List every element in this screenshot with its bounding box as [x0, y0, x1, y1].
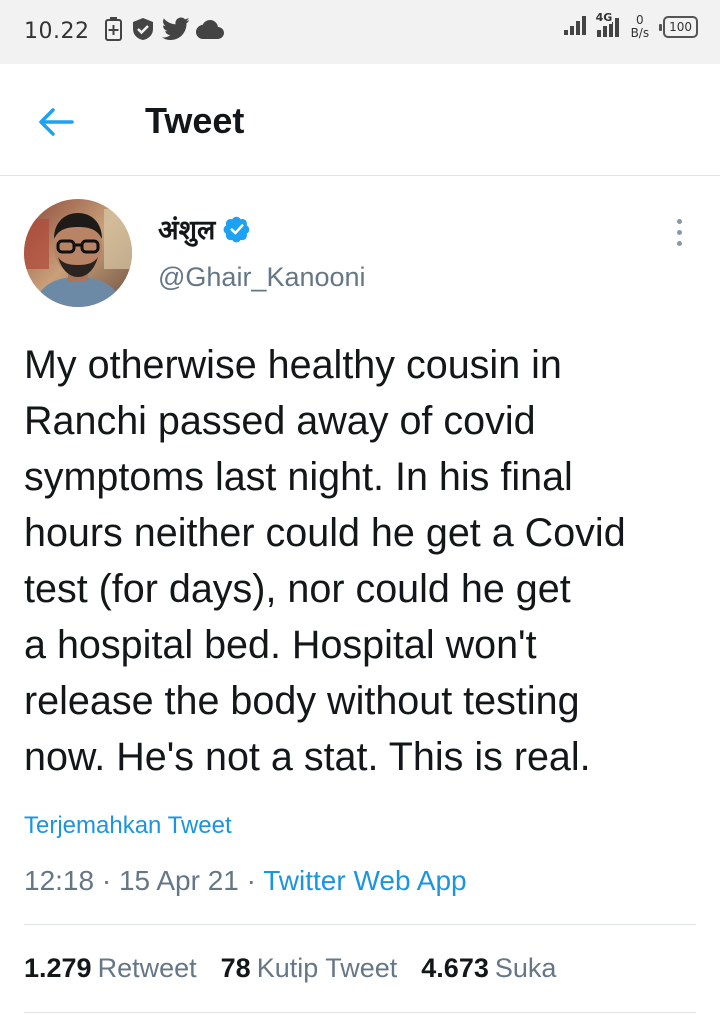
status-time: 10.22	[24, 19, 90, 44]
app-header: Tweet	[0, 64, 720, 176]
network-type: 4G	[595, 11, 613, 24]
meta-separator: ·	[94, 865, 119, 896]
page-title: Tweet	[145, 100, 245, 141]
back-button[interactable]	[34, 102, 78, 142]
tweet-stats: 1.279 Retweet 78 Kutip Tweet 4.673 Suka	[24, 953, 556, 984]
meta-separator: ·	[238, 865, 264, 896]
author-handle[interactable]: @Ghair_Kanooni	[158, 262, 366, 293]
tweet-time: 12:18	[24, 865, 95, 896]
more-options-button[interactable]	[664, 214, 694, 250]
shield-icon	[130, 16, 156, 46]
tweet-source-link[interactable]: Twitter Web App	[263, 865, 466, 896]
author-name[interactable]: अंशुल	[158, 210, 251, 247]
tweet-date: 15 Apr 21	[118, 865, 239, 896]
status-bar: 10.22 4G 0 B/s 100	[0, 0, 720, 64]
cloud-icon	[196, 19, 224, 43]
avatar[interactable]	[24, 199, 132, 307]
tweet-text: My otherwise healthy cousin in Ranchi pa…	[24, 343, 626, 779]
more-dot-icon	[676, 229, 682, 235]
battery-saver-icon	[104, 16, 124, 46]
battery-icon: 100	[659, 16, 698, 38]
quote-tweets-stat[interactable]: 78 Kutip Tweet	[221, 953, 398, 984]
more-dot-icon	[676, 218, 682, 224]
divider	[24, 924, 696, 925]
arrow-left-icon	[39, 108, 74, 136]
translate-tweet-link[interactable]: Terjemahkan Tweet	[24, 812, 232, 840]
twitter-bird-icon	[161, 17, 190, 45]
signal-4g-icon: 4G	[595, 12, 625, 38]
likes-stat[interactable]: 4.673 Suka	[421, 953, 556, 984]
tweet-meta: 12:18 · 15 Apr 21 · Twitter Web App	[24, 865, 467, 897]
network-speed: 0 B/s	[630, 13, 650, 40]
more-dot-icon	[676, 240, 682, 246]
retweets-stat[interactable]: 1.279 Retweet	[24, 953, 197, 984]
author-display-name: अंशुल	[158, 215, 216, 246]
verified-badge-icon	[223, 215, 251, 243]
divider	[24, 1012, 696, 1013]
signal-icon	[563, 14, 589, 40]
